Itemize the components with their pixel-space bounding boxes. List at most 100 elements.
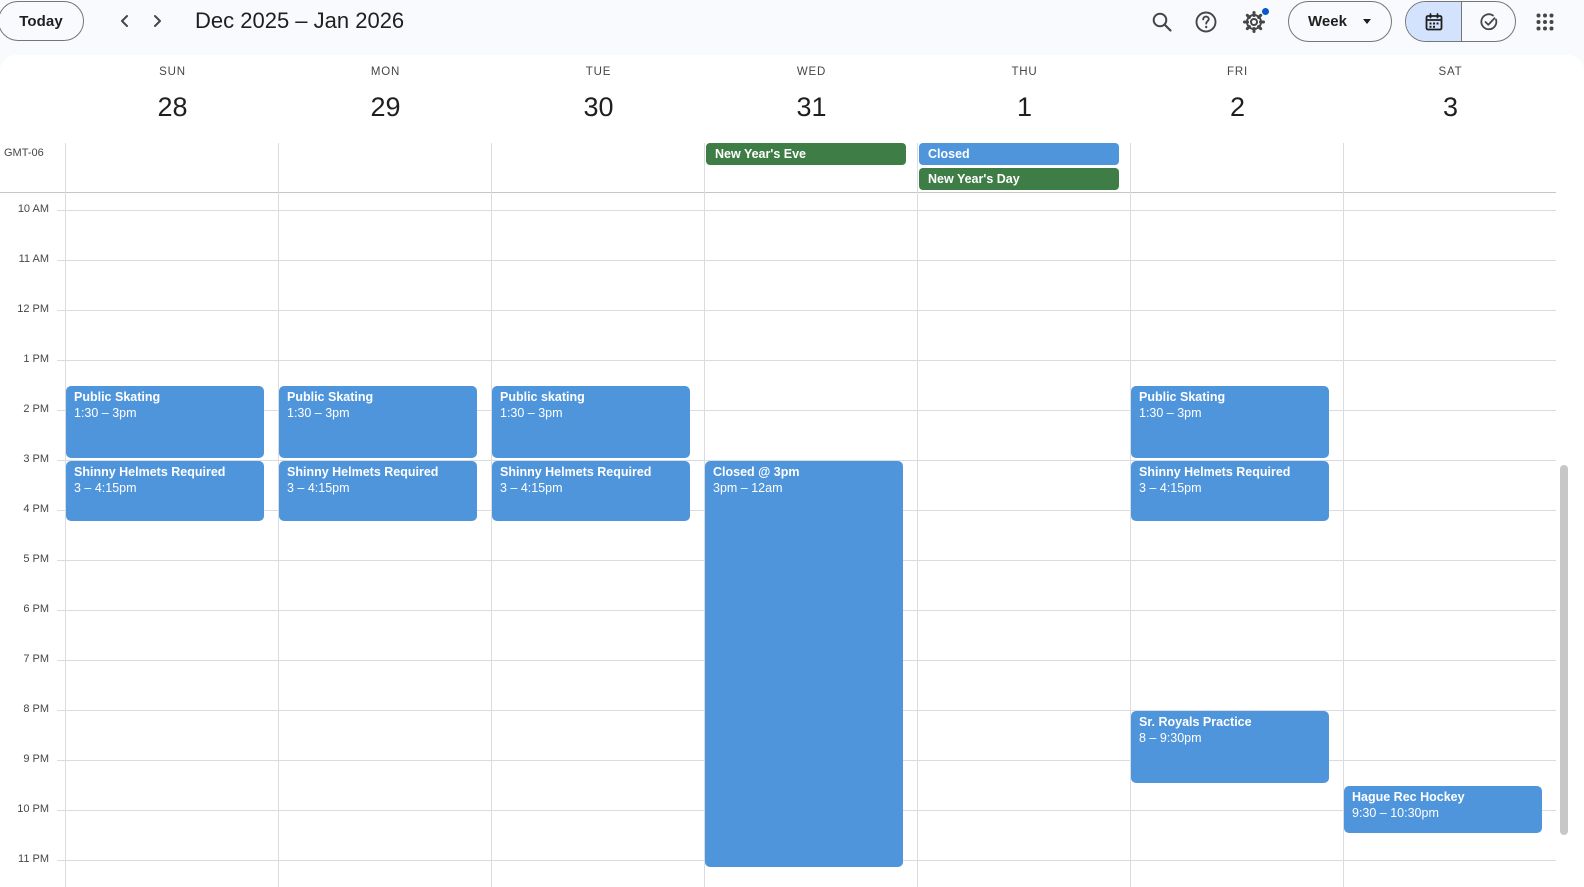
event-chip[interactable]: Public skating 1:30 – 3pm — [492, 386, 690, 458]
apps-grid-icon — [1536, 13, 1554, 31]
hour-label: 5 PM — [23, 553, 49, 565]
allday-event[interactable]: New Year's Eve — [706, 143, 906, 165]
event-chip[interactable]: Public Skating 1:30 – 3pm — [279, 386, 477, 458]
chevron-right-icon — [154, 15, 161, 27]
hour-label: 10 PM — [17, 803, 49, 815]
event-chip[interactable]: Public Skating 1:30 – 3pm — [66, 386, 264, 458]
day-number[interactable]: 1 — [918, 92, 1131, 123]
tasks-mode-button[interactable] — [1462, 2, 1515, 41]
event-title: Shinny Helmets Required — [287, 465, 439, 479]
event-title: Public Skating — [74, 390, 161, 404]
apps-button[interactable] — [1525, 2, 1565, 42]
view-selector[interactable]: Week — [1288, 1, 1392, 42]
event-time: 1:30 – 3pm — [1139, 406, 1202, 420]
event-chip[interactable]: Hague Rec Hockey 9:30 – 10:30pm — [1344, 786, 1542, 833]
event-chip[interactable]: Shinny Helmets Required 3 – 4:15pm — [1131, 461, 1329, 521]
timezone-label: GMT-06 — [4, 147, 44, 159]
day-number[interactable]: 3 — [1344, 92, 1557, 123]
hour-label: 10 AM — [17, 203, 49, 215]
hour-gridline — [57, 310, 1556, 311]
event-time: 3 – 4:15pm — [74, 481, 137, 495]
event-chip[interactable]: Closed @ 3pm 3pm – 12am — [705, 461, 903, 867]
caret-down-icon — [1363, 19, 1371, 24]
hour-gridline — [57, 260, 1556, 261]
hour-gridline — [57, 210, 1556, 211]
day-header-fri[interactable]: FRI 2 — [1131, 55, 1344, 143]
hour-label: 3 PM — [23, 453, 49, 465]
event-title: Public Skating — [287, 390, 374, 404]
day-column-divider — [917, 143, 918, 887]
top-toolbar: Today Dec 2025 – Jan 2026 Week — [0, 0, 1584, 44]
hour-label: 7 PM — [23, 653, 49, 665]
hour-label: 9 PM — [23, 753, 49, 765]
allday-event[interactable]: Closed — [919, 143, 1119, 165]
week-grid-panel: GMT-06 SUN 28 MON 29 TUE 30 WED 31 THU 1 FRI 2 SAT 3 1… — [0, 55, 1584, 887]
hour-label: 12 PM — [17, 303, 49, 315]
event-title: Closed @ 3pm — [713, 465, 800, 479]
day-header-tue[interactable]: TUE 30 — [492, 55, 705, 143]
allday-divider — [0, 192, 1556, 193]
search-icon — [1152, 12, 1172, 32]
day-of-week-label: MON — [370, 66, 401, 78]
view-selector-label: Week — [1308, 13, 1347, 30]
day-header-mon[interactable]: MON 29 — [279, 55, 492, 143]
hour-label: 6 PM — [23, 603, 49, 615]
day-header-sat[interactable]: SAT 3 — [1344, 55, 1557, 143]
event-chip[interactable]: Shinny Helmets Required 3 – 4:15pm — [279, 461, 477, 521]
event-chip[interactable]: Public Skating 1:30 – 3pm — [1131, 386, 1329, 458]
event-title: Shinny Helmets Required — [500, 465, 652, 479]
hour-label: 11 AM — [18, 253, 49, 265]
allday-event[interactable]: New Year's Day — [919, 168, 1119, 190]
event-title: Shinny Helmets Required — [1139, 465, 1291, 479]
day-of-week-label: WED — [796, 66, 827, 78]
hour-label: 8 PM — [23, 703, 49, 715]
event-title: Hague Rec Hockey — [1352, 790, 1465, 804]
day-number[interactable]: 31 — [705, 92, 918, 123]
notification-dot — [1262, 8, 1269, 15]
event-title: Shinny Helmets Required — [74, 465, 226, 479]
hour-label: 11 PM — [18, 853, 49, 865]
hour-label: 1 PM — [23, 353, 49, 365]
event-chip[interactable]: Shinny Helmets Required 3 – 4:15pm — [66, 461, 264, 521]
day-of-week-label: SAT — [1438, 66, 1463, 78]
help-button[interactable] — [1186, 2, 1226, 42]
day-of-week-label: SUN — [159, 66, 186, 78]
chevron-left-icon — [121, 15, 128, 27]
day-of-week-label: THU — [1011, 66, 1038, 78]
event-time: 3pm – 12am — [713, 481, 783, 495]
previous-week-button[interactable] — [110, 6, 140, 36]
task-check-icon — [1479, 12, 1497, 30]
event-chip[interactable]: Shinny Helmets Required 3 – 4:15pm — [492, 461, 690, 521]
today-button[interactable]: Today — [0, 1, 84, 41]
event-title: Public skating — [500, 390, 585, 404]
hour-label: 4 PM — [23, 503, 49, 515]
day-number[interactable]: 2 — [1131, 92, 1344, 123]
day-header-wed[interactable]: WED 31 — [705, 55, 918, 143]
day-column-divider — [1343, 143, 1344, 887]
date-range-title: Dec 2025 – Jan 2026 — [195, 8, 405, 33]
calendar-icon — [1425, 12, 1442, 30]
event-title: Sr. Royals Practice — [1139, 715, 1252, 729]
day-of-week-label: FRI — [1227, 66, 1248, 78]
event-time: 9:30 – 10:30pm — [1352, 806, 1439, 820]
event-chip[interactable]: Sr. Royals Practice 8 – 9:30pm — [1131, 711, 1329, 783]
help-icon — [1195, 11, 1217, 33]
day-header-thu[interactable]: THU 1 — [918, 55, 1131, 143]
day-number[interactable]: 28 — [66, 92, 279, 123]
settings-button[interactable] — [1234, 2, 1274, 42]
day-of-week-label: TUE — [585, 66, 612, 78]
calendar-mode-button[interactable] — [1406, 2, 1462, 41]
day-number[interactable]: 30 — [492, 92, 705, 123]
day-header-sun[interactable]: SUN 28 — [66, 55, 279, 143]
event-time: 3 – 4:15pm — [1139, 481, 1202, 495]
next-week-button[interactable] — [142, 6, 172, 36]
event-time: 8 – 9:30pm — [1139, 731, 1202, 745]
event-title: Public Skating — [1139, 390, 1226, 404]
scrollbar-thumb[interactable] — [1560, 465, 1568, 835]
event-time: 1:30 – 3pm — [74, 406, 137, 420]
mode-toggle — [1405, 1, 1516, 42]
event-time: 1:30 – 3pm — [500, 406, 563, 420]
day-number[interactable]: 29 — [279, 92, 492, 123]
event-time: 3 – 4:15pm — [287, 481, 350, 495]
search-button[interactable] — [1142, 2, 1182, 42]
